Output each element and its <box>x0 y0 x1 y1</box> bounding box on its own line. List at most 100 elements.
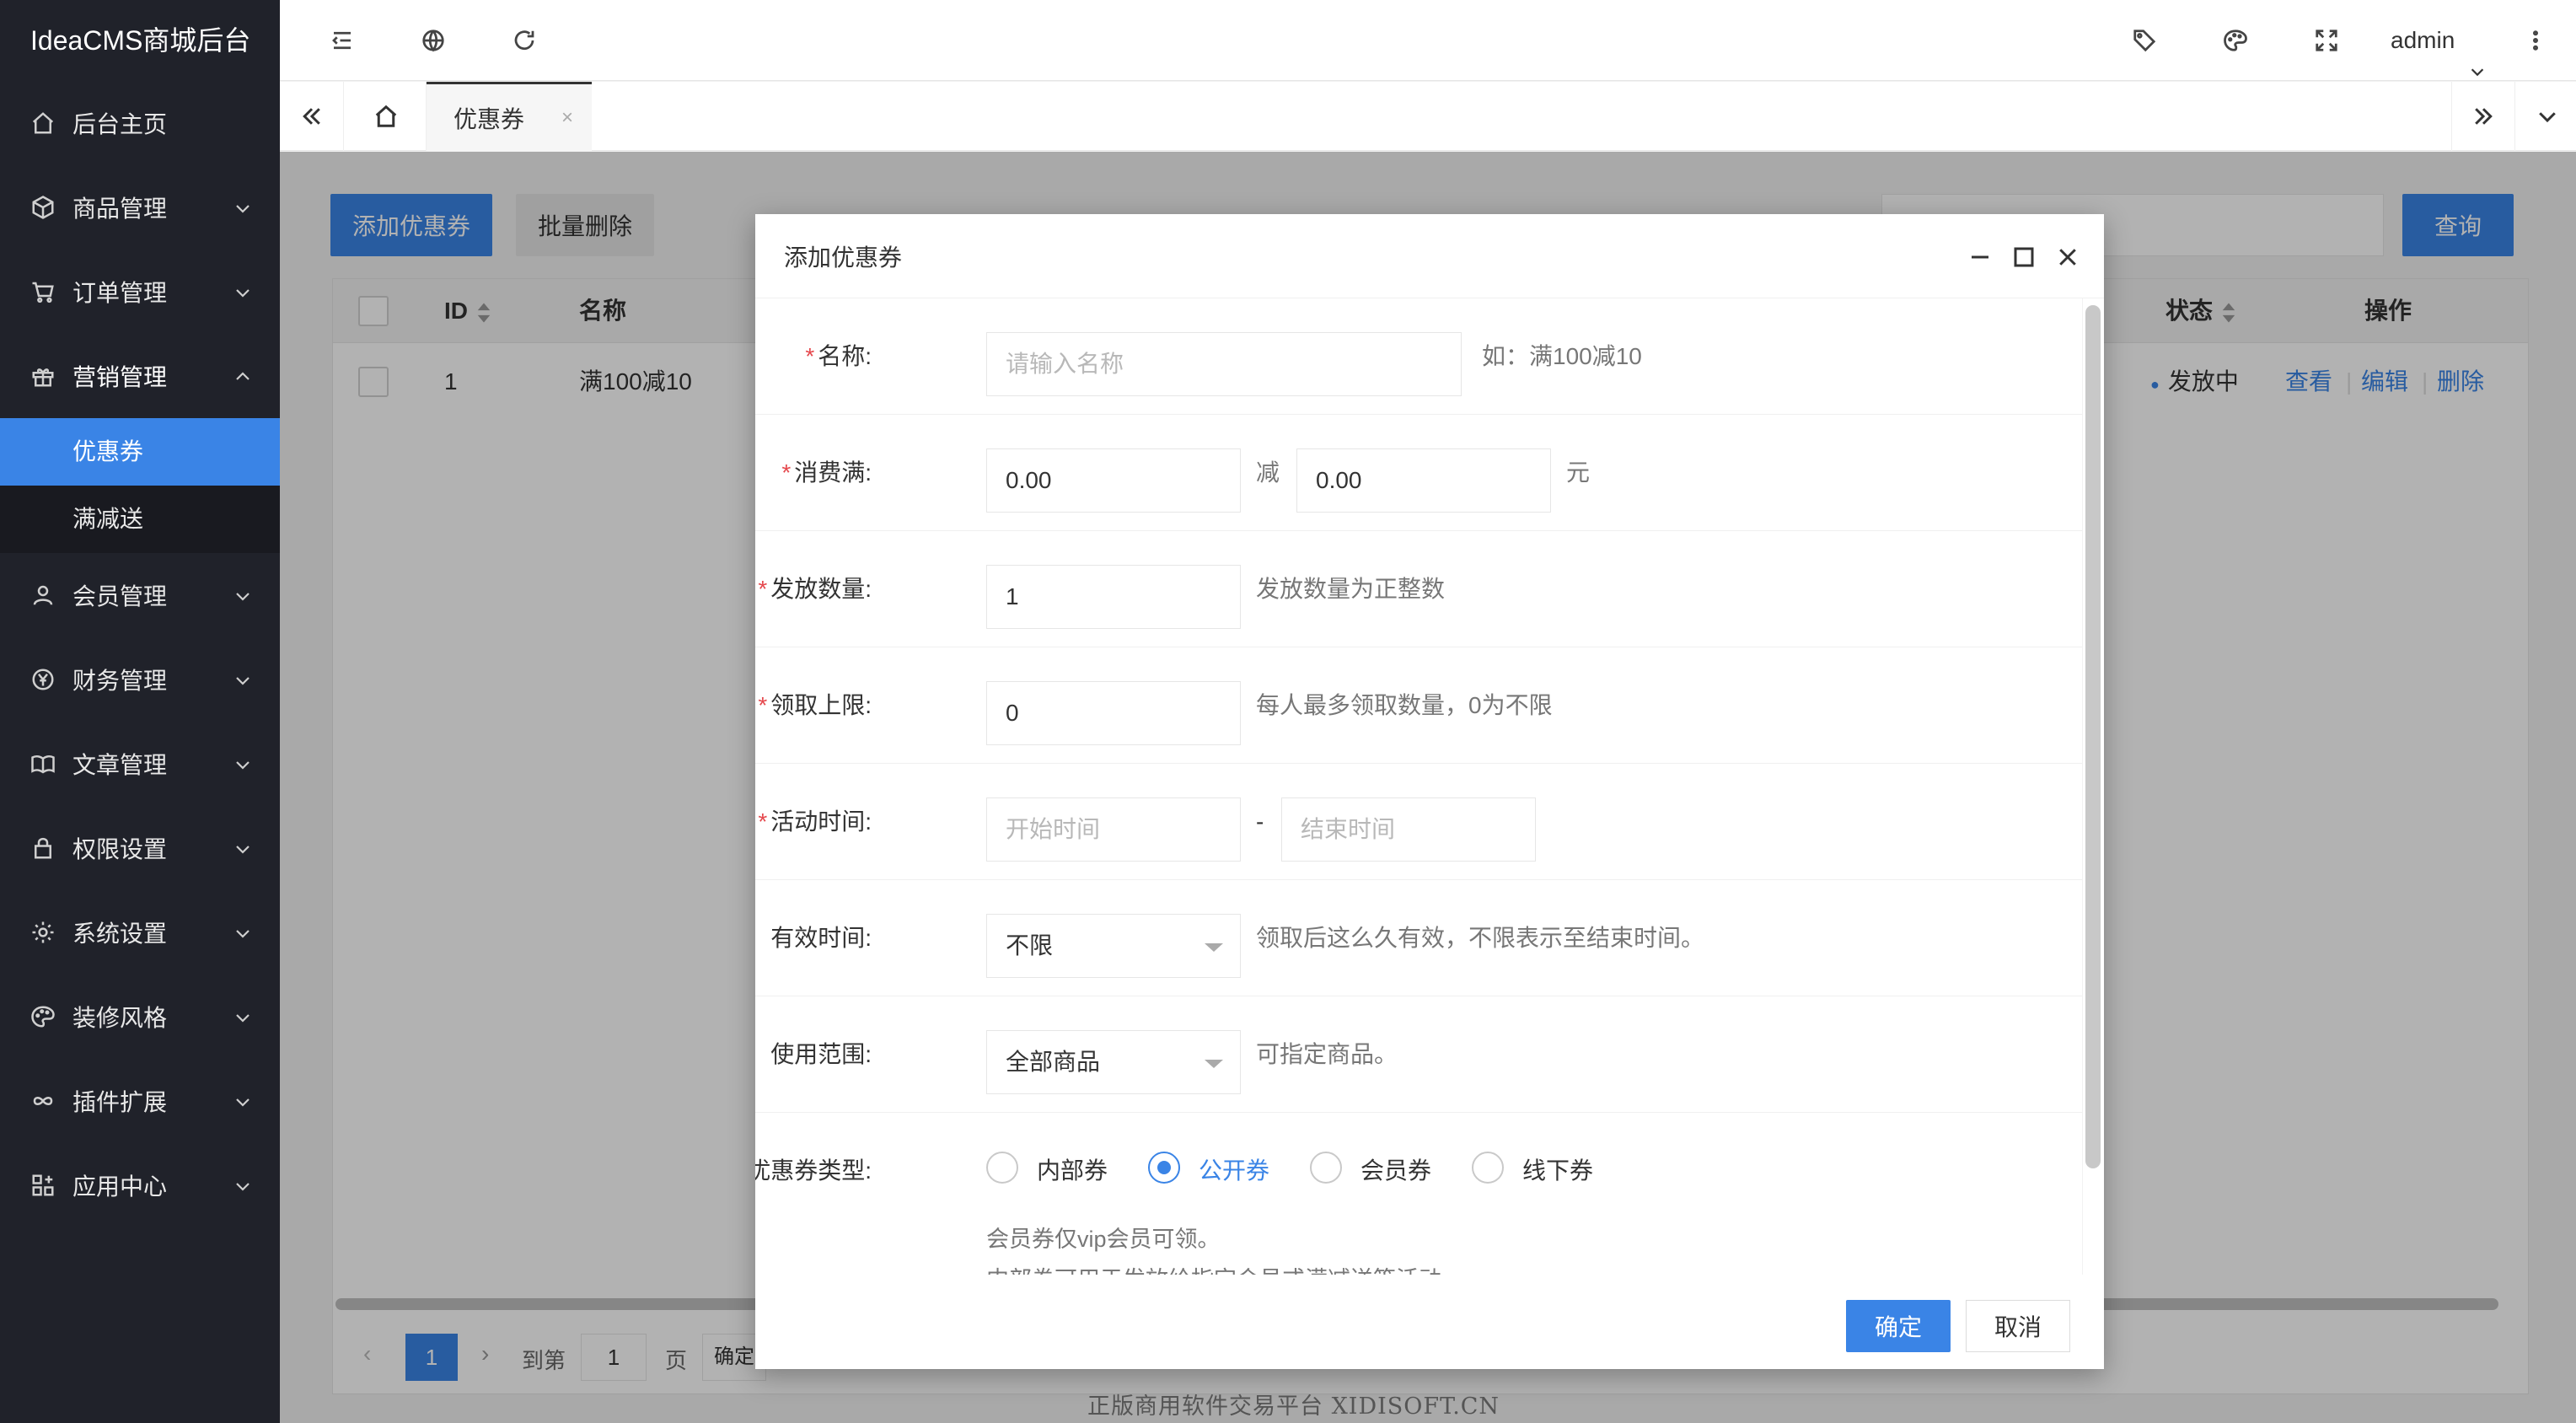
lock-icon <box>30 835 56 861</box>
sidebar-item-plugins[interactable]: 插件扩展 <box>0 1059 280 1143</box>
book-icon <box>30 751 56 776</box>
close-icon[interactable] <box>2055 244 2080 270</box>
name-input[interactable]: 请输入名称 <box>986 332 1462 396</box>
form-row-quantity: * 发放数量: 1 发放数量为正整数 <box>755 531 2082 647</box>
sidebar-item-orders[interactable]: 订单管理 <box>0 250 280 334</box>
sidebar-item-label: 营销管理 <box>72 364 168 390</box>
sidebar-item-full-reduction[interactable]: 满减送 <box>0 486 280 553</box>
radio-member-label[interactable]: 会员券 <box>1360 1113 1431 1229</box>
palette-icon[interactable] <box>2219 24 2252 57</box>
top-header: admin <box>280 0 2576 81</box>
form-row-activity-time: * 活动时间: 开始时间 - 结束时间 <box>755 764 2082 880</box>
range-dash: - <box>1256 808 1264 835</box>
limit-label: * 领取上限: <box>758 692 872 718</box>
refresh-icon[interactable] <box>507 24 541 57</box>
minimize-icon[interactable] <box>1967 244 1993 270</box>
chevron-down-icon <box>233 1091 253 1111</box>
discount-amount-input[interactable]: 0.00 <box>1296 448 1551 513</box>
threshold-amount-input[interactable]: 0.00 <box>986 448 1241 513</box>
sidebar-item-theme[interactable]: 装修风格 <box>0 975 280 1059</box>
more-vertical-icon[interactable] <box>2519 24 2552 57</box>
globe-icon[interactable] <box>416 24 450 57</box>
limit-hint: 每人最多领取数量，0为不限 <box>1256 692 1553 718</box>
form-row-threshold: * 消费满: 0.00 减 0.00 元 <box>755 415 2082 531</box>
radio-offline-label[interactable]: 线下券 <box>1522 1113 1593 1229</box>
user-menu[interactable]: admin <box>2391 0 2487 81</box>
chevron-up-icon <box>233 366 253 386</box>
scope-select[interactable]: 全部商品 <box>986 1030 1241 1094</box>
limit-input[interactable]: 0 <box>986 681 1241 745</box>
quantity-label: * 发放数量: <box>758 576 872 602</box>
gift-icon <box>30 363 56 389</box>
chevron-down-icon <box>233 922 253 942</box>
end-time-input[interactable]: 结束时间 <box>1281 797 1536 862</box>
valid-time-hint: 领取后这么久有效，不限表示至结束时间。 <box>1256 925 1705 951</box>
add-coupon-dialog: 添加优惠券 * 名称: 请输入名称 如：满100减10 * 消费满: 0.00 减 … <box>755 214 2104 1369</box>
confirm-button[interactable]: 确定 <box>1846 1300 1951 1352</box>
sidebar-item-label: 财务管理 <box>72 668 168 694</box>
tabs-scroll-right-button[interactable] <box>2451 82 2515 151</box>
sidebar-item-label: 订单管理 <box>72 280 168 306</box>
dialog-title: 添加优惠券 <box>784 244 903 271</box>
gear-icon <box>30 920 56 945</box>
form-row-scope: 使用范围: 全部商品 可指定商品。 <box>755 996 2082 1113</box>
tabs-scroll-left-button[interactable] <box>280 82 344 151</box>
sidebar-item-label: 装修风格 <box>72 1005 168 1031</box>
chevron-down-icon <box>233 754 253 774</box>
threshold-label: * 消费满: <box>781 459 872 486</box>
form-row-type: 优惠券类型: 内部券 公开券 会员券 线下券 会员券仅vip会员可领。 内部券可… <box>755 1113 2082 1275</box>
sidebar-item-label: 会员管理 <box>72 583 168 609</box>
radio-public-label[interactable]: 公开券 <box>1199 1113 1269 1229</box>
chevron-down-icon <box>233 838 253 858</box>
home-tab[interactable] <box>346 82 427 151</box>
sidebar-item-articles[interactable]: 文章管理 <box>0 722 280 806</box>
radio-public[interactable] <box>1148 1152 1180 1184</box>
fullscreen-icon[interactable] <box>2310 24 2343 57</box>
tag-icon[interactable] <box>2128 24 2161 57</box>
double-chevron-left-icon <box>302 108 320 125</box>
scope-label: 使用范围: <box>770 1041 872 1067</box>
maximize-icon[interactable] <box>2011 244 2037 270</box>
tabs-dropdown-button[interactable] <box>2515 82 2576 151</box>
tab-coupon[interactable]: 优惠券 × <box>427 82 592 151</box>
sidebar-item-label: 插件扩展 <box>72 1089 168 1115</box>
sidebar-item-goods[interactable]: 商品管理 <box>0 165 280 250</box>
select-caret-icon <box>1205 1060 1223 1068</box>
radio-internal[interactable] <box>986 1152 1018 1184</box>
cancel-button[interactable]: 取消 <box>1966 1300 2070 1352</box>
dialog-body: * 名称: 请输入名称 如：满100减10 * 消费满: 0.00 减 0.00 元… <box>755 298 2082 1275</box>
sidebar-item-apps[interactable]: 应用中心 <box>0 1143 280 1227</box>
sidebar-item-home[interactable]: 后台主页 <box>0 81 280 165</box>
app-title: IdeaCMS商城后台 <box>30 25 251 56</box>
menu-collapse-icon[interactable] <box>325 24 359 57</box>
sidebar-item-system[interactable]: 系统设置 <box>0 890 280 975</box>
sidebar-item-permissions[interactable]: 权限设置 <box>0 806 280 890</box>
dialog-scrollbar[interactable] <box>2085 305 2101 1168</box>
valid-time-label: 有效时间: <box>770 925 872 951</box>
cart-icon <box>30 279 56 304</box>
chevron-down-icon <box>233 669 253 690</box>
valid-time-select[interactable]: 不限 <box>986 914 1241 978</box>
sidebar-item-coupon[interactable]: 优惠券 <box>0 418 280 486</box>
close-icon[interactable]: × <box>561 106 573 130</box>
type-note-1: 会员券仅vip会员可领。 <box>986 1227 1221 1252</box>
start-time-input[interactable]: 开始时间 <box>986 797 1241 862</box>
radio-member[interactable] <box>1310 1152 1342 1184</box>
sidebar-item-marketing[interactable]: 营销管理 <box>0 334 280 418</box>
infinity-icon <box>30 1088 56 1114</box>
sidebar-item-label: 商品管理 <box>72 196 168 222</box>
sidebar-item-finance[interactable]: 财务管理 <box>0 637 280 722</box>
select-caret-icon <box>1205 943 1223 952</box>
coupon-type-label: 优惠券类型: <box>755 1157 872 1184</box>
activity-time-label: * 活动时间: <box>758 808 872 835</box>
home-icon <box>30 110 56 136</box>
unit-label: 元 <box>1566 459 1591 486</box>
scope-hint: 可指定商品。 <box>1256 1041 1398 1067</box>
home-icon <box>375 105 396 127</box>
marketing-submenu: 优惠券 满减送 <box>0 418 280 553</box>
radio-offline[interactable] <box>1472 1152 1504 1184</box>
sidebar-item-members[interactable]: 会员管理 <box>0 553 280 637</box>
radio-internal-label[interactable]: 内部券 <box>1037 1113 1108 1229</box>
yen-icon <box>30 667 56 692</box>
quantity-input[interactable]: 1 <box>986 565 1241 629</box>
